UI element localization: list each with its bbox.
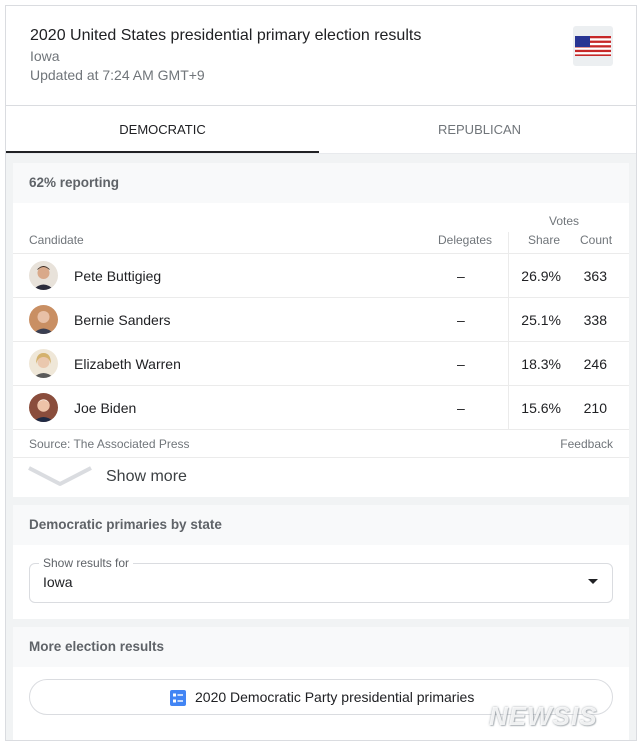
active-tab-indicator bbox=[6, 151, 319, 153]
vote-count: 363 bbox=[583, 268, 607, 284]
show-more-label: Show more bbox=[106, 468, 187, 485]
vote-share: 18.3% bbox=[521, 356, 561, 372]
delegates-column-header: Delegates bbox=[438, 233, 493, 247]
by-state-title: Democratic primaries by state bbox=[13, 505, 629, 545]
source-attribution: Source: The Associated Press bbox=[29, 437, 190, 451]
vote-count: 246 bbox=[583, 356, 607, 372]
party-tabs: DEMOCRATIC REPUBLICAN bbox=[6, 106, 636, 154]
primaries-by-state-panel: Democratic primaries by state Show resul… bbox=[13, 505, 629, 619]
vote-share: 25.1% bbox=[521, 312, 561, 328]
ballot-list-icon bbox=[170, 690, 186, 706]
vote-count: 338 bbox=[583, 312, 607, 328]
delegates-value: – bbox=[457, 356, 465, 372]
table-row[interactable]: Elizabeth Warren – 18.3% 246 bbox=[13, 341, 629, 385]
candidate-name: Joe Biden bbox=[74, 400, 137, 416]
delegates-value: – bbox=[457, 400, 465, 416]
vote-share: 15.6% bbox=[521, 400, 561, 416]
vote-count: 210 bbox=[583, 400, 607, 416]
state-select[interactable]: Show results for Iowa bbox=[29, 556, 613, 603]
vote-share: 26.9% bbox=[521, 268, 561, 284]
candidate-name: Elizabeth Warren bbox=[74, 356, 181, 372]
candidate-name: Pete Buttigieg bbox=[74, 268, 162, 284]
candidate-avatar bbox=[29, 349, 58, 378]
updated-time: Updated at 7:24 AM GMT+9 bbox=[30, 67, 205, 83]
share-column-header: Share bbox=[528, 233, 561, 247]
tab-democratic[interactable]: DEMOCRATIC bbox=[6, 106, 319, 154]
select-caption: Show results for bbox=[39, 556, 134, 570]
dropdown-arrow-icon bbox=[588, 579, 598, 584]
show-more-button[interactable]: Show more bbox=[13, 457, 629, 497]
count-column-header: Count bbox=[580, 233, 613, 247]
candidate-avatar bbox=[29, 305, 58, 334]
candidate-avatar bbox=[29, 393, 58, 422]
delegates-value: – bbox=[457, 312, 465, 328]
chevron-down-icon bbox=[28, 466, 92, 486]
newsis-watermark: NEWSIS bbox=[489, 701, 598, 731]
table-row[interactable]: Joe Biden – 15.6% 210 bbox=[13, 385, 629, 429]
democratic-primaries-link-label: 2020 Democratic Party presidential prima… bbox=[195, 689, 475, 705]
table-row[interactable]: Bernie Sanders – 25.1% 338 bbox=[13, 297, 629, 341]
card-header: 2020 United States presidential primary … bbox=[6, 6, 636, 106]
candidate-column-header: Candidate bbox=[29, 233, 84, 247]
more-results-title: More election results bbox=[13, 627, 629, 667]
feedback-link[interactable]: Feedback bbox=[560, 437, 613, 451]
table-divider bbox=[13, 429, 629, 430]
results-title: 2020 United States presidential primary … bbox=[30, 27, 422, 44]
us-flag-icon bbox=[573, 26, 613, 66]
candidate-name: Bernie Sanders bbox=[74, 312, 171, 328]
results-location: Iowa bbox=[30, 48, 60, 64]
election-results-card: 2020 United States presidential primary … bbox=[5, 5, 637, 741]
tab-republican[interactable]: REPUBLICAN bbox=[323, 106, 636, 154]
results-panel: 62% reporting Votes Candidate Delegates … bbox=[13, 163, 629, 497]
selected-state: Iowa bbox=[43, 574, 73, 590]
table-row[interactable]: Pete Buttigieg – 26.9% 363 bbox=[13, 253, 629, 297]
votes-column-group: Votes bbox=[549, 214, 580, 228]
reporting-status: 62% reporting bbox=[13, 163, 629, 203]
candidate-avatar bbox=[29, 261, 58, 290]
delegates-value: – bbox=[457, 268, 465, 284]
